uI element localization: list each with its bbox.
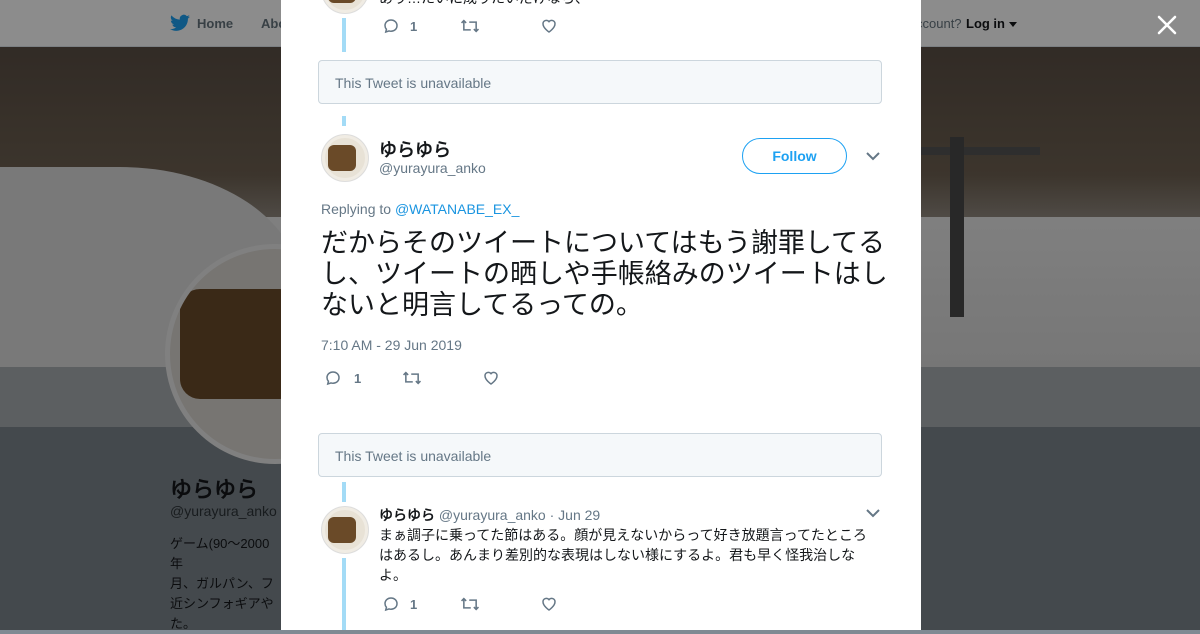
reply-button[interactable]: 1: [382, 17, 460, 35]
heart-icon: [542, 19, 556, 33]
avatar[interactable]: [321, 0, 369, 14]
author-name[interactable]: ゆらゆら: [379, 507, 435, 523]
retweet-icon: [402, 371, 422, 385]
reply-button[interactable]: 1: [324, 369, 402, 387]
author-handle[interactable]: @yurayura_anko: [439, 507, 546, 523]
heart-icon: [484, 371, 498, 385]
retweet-button[interactable]: [460, 17, 540, 35]
like-button[interactable]: [540, 595, 558, 613]
avatar[interactable]: [321, 134, 369, 182]
retweet-icon: [460, 19, 480, 33]
author-handle[interactable]: @yurayura_anko: [379, 160, 486, 176]
thread-connector: [342, 482, 346, 502]
retweet-button[interactable]: [460, 595, 540, 613]
replying-prefix: Replying to: [321, 201, 392, 217]
reply-count: 1: [354, 370, 362, 386]
like-button[interactable]: [540, 17, 558, 35]
tweet-actions: 1: [382, 595, 558, 613]
chevron-down-icon[interactable]: [866, 151, 880, 161]
unavailable-tweet-notice: This Tweet is unavailable: [318, 60, 882, 104]
unavailable-text: This Tweet is unavailable: [335, 448, 492, 464]
tweet-date[interactable]: · Jun 29: [550, 507, 601, 523]
replying-to-link[interactable]: @WATANABE_EX_: [395, 201, 519, 217]
avatar[interactable]: [321, 506, 369, 554]
tweet-text: あり…たいに成りたいだけなら、: [379, 0, 589, 8]
thread-connector: [342, 18, 346, 52]
chevron-down-icon[interactable]: [866, 508, 880, 518]
like-button[interactable]: [482, 369, 500, 387]
replying-to: Replying to @WATANABE_EX_: [321, 201, 519, 217]
reply-icon: [384, 19, 398, 34]
reply-count: 1: [410, 596, 418, 612]
tweet-actions: 1: [324, 369, 500, 387]
reply-count: 1: [410, 18, 418, 34]
retweet-icon: [460, 597, 480, 611]
tweet-header: ゆらゆら @yurayura_anko · Jun 29: [379, 505, 600, 525]
tweet-text: まぁ調子に乗ってた節はある。顔が見えないからって好き放題言ってたところはあるし。…: [379, 527, 867, 583]
reply-button[interactable]: 1: [382, 595, 460, 613]
tweet-permalink-modal: あり…たいに成りたいだけなら、 1 This Tweet is unavaila…: [281, 0, 921, 630]
thread-connector: [342, 116, 346, 126]
retweet-button[interactable]: [402, 369, 482, 387]
author-name[interactable]: ゆらゆら: [379, 136, 451, 162]
heart-icon: [542, 597, 556, 611]
unavailable-tweet-notice: This Tweet is unavailable: [318, 433, 882, 477]
tweet-text-large: だからそのツイートについてはもう謝罪してるし、ツイートの晒しや手帳絡みのツイート…: [321, 228, 888, 320]
reply-icon: [384, 597, 398, 612]
tweet-actions: 1: [382, 17, 558, 35]
thread-connector: [342, 558, 346, 630]
reply-icon: [326, 371, 340, 386]
follow-button[interactable]: Follow: [742, 138, 847, 174]
unavailable-text: This Tweet is unavailable: [335, 75, 492, 91]
close-icon[interactable]: [1154, 12, 1180, 38]
tweet-timestamp[interactable]: 7:10 AM - 29 Jun 2019: [321, 337, 462, 353]
